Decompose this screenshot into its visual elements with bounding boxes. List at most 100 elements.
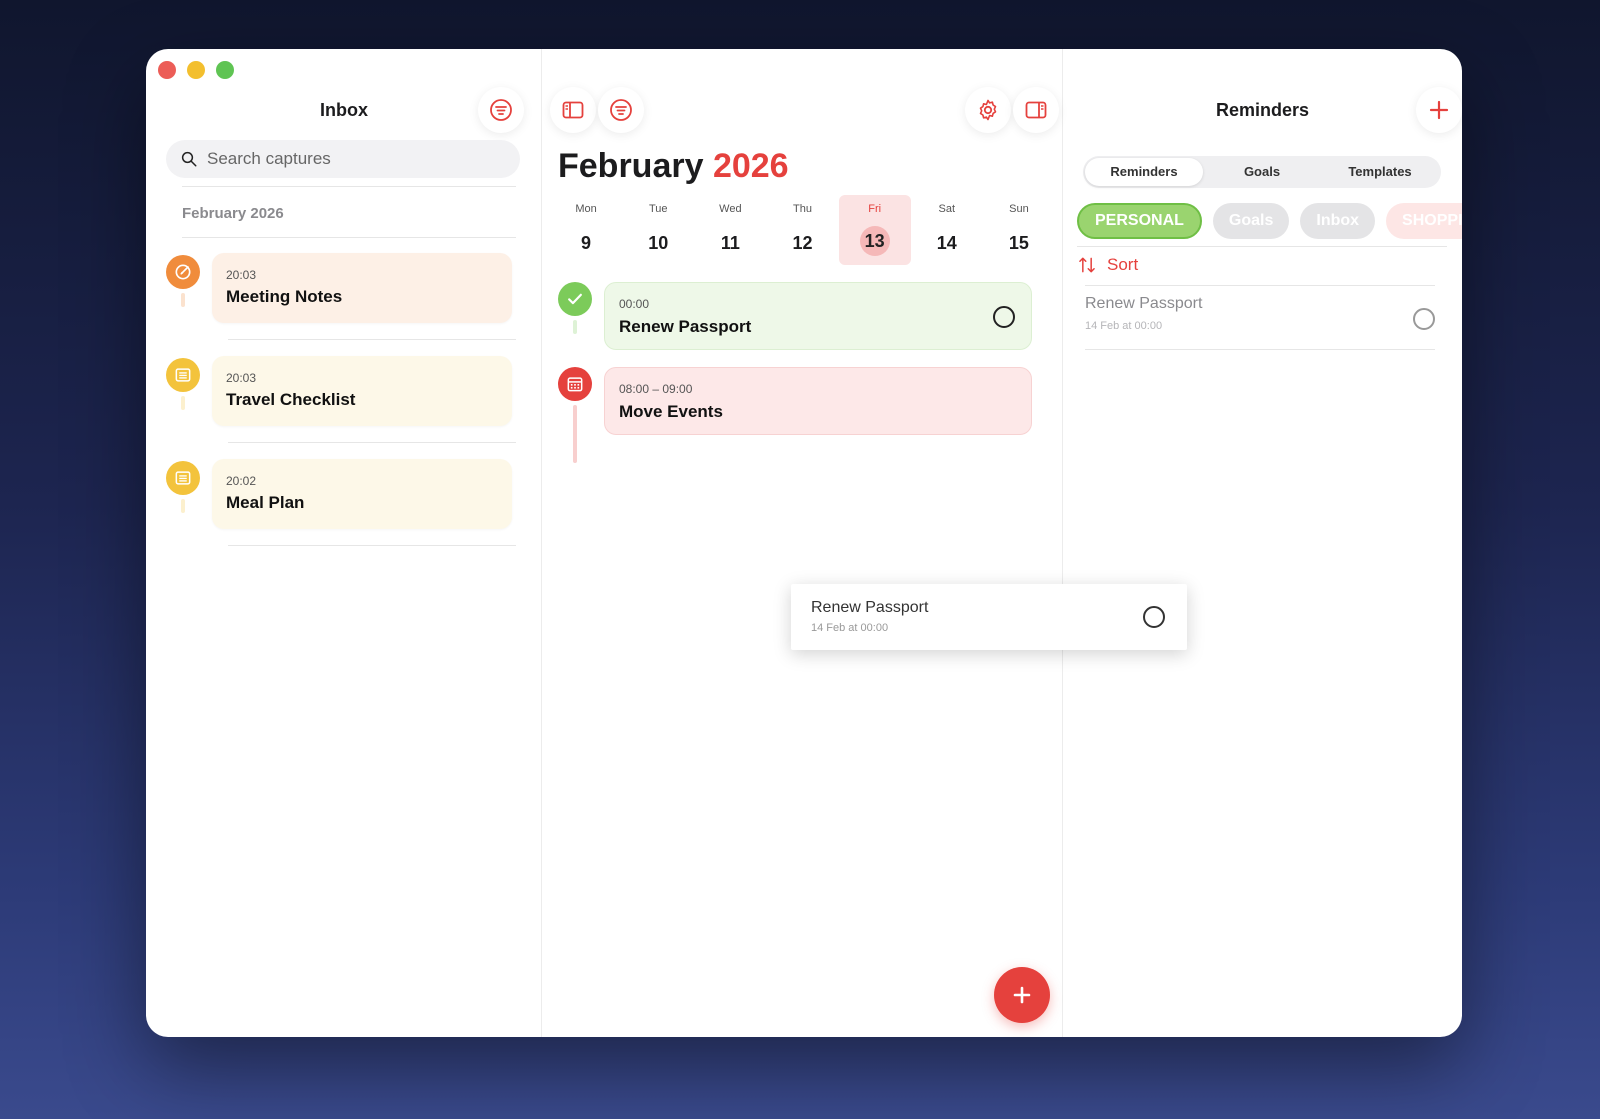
- divider: [228, 339, 516, 340]
- day-sat[interactable]: Sat 14: [911, 195, 983, 265]
- reminders-pane: Reminders Reminders Goals Templates PERSON…: [1063, 49, 1462, 1037]
- reminder-row[interactable]: Renew Passport 14 Feb at 00:00: [1085, 286, 1435, 349]
- drag-preview-title: Renew Passport: [811, 599, 929, 616]
- calendar-pane: February 2026 Mon 9 Tue 10 Wed 11 Thu 12 Fri 13 Sa…: [542, 49, 1063, 1037]
- search-icon: [181, 151, 197, 167]
- capture-item[interactable]: 20:03 Meeting Notes: [166, 253, 512, 325]
- weekday-label: Mon: [575, 203, 597, 215]
- event-time: 00:00: [619, 297, 650, 311]
- date-number: 13: [859, 226, 890, 256]
- divider: [182, 186, 516, 187]
- weekday-label: Sat: [938, 203, 956, 215]
- settings-button[interactable]: [965, 87, 1011, 133]
- sort-label: Sort: [1107, 255, 1139, 274]
- capture-card[interactable]: 20:02 Meal Plan: [212, 459, 512, 529]
- week-strip: Mon 9 Tue 10 Wed 11 Thu 12 Fri 13 Sat 14 Sun 15: [550, 195, 1055, 265]
- tab-reminders[interactable]: Reminders: [1085, 158, 1203, 186]
- filter-icon: [610, 99, 632, 121]
- sort-button[interactable]: Sort: [1077, 255, 1138, 275]
- date-number: 10: [648, 233, 669, 253]
- calendar-icon: [558, 367, 592, 401]
- weekday-label: Fri: [868, 203, 882, 215]
- sidebar-left-icon: [562, 101, 584, 119]
- timeline-stem: [181, 396, 185, 410]
- capture-card[interactable]: 20:03 Meeting Notes: [212, 253, 512, 323]
- divider: [1077, 246, 1447, 247]
- day-tue[interactable]: Tue 10: [622, 195, 694, 265]
- check-icon: [558, 282, 592, 316]
- reminder-due: 14 Feb at 00:00: [1085, 320, 1163, 332]
- divider: [1085, 349, 1435, 350]
- plus-icon: [1429, 100, 1449, 120]
- capture-card[interactable]: 20:03 Travel Checklist: [212, 356, 512, 426]
- list-chip-inbox[interactable]: Inbox: [1300, 203, 1376, 239]
- event-card[interactable]: 08:00 – 09:00 Move Events: [604, 367, 1032, 435]
- drag-preview-reminder[interactable]: Renew Passport 14 Feb at 00:00: [791, 584, 1187, 650]
- timeline-stem: [181, 499, 185, 513]
- event-title: Renew Passport: [619, 317, 752, 336]
- list-chip-personal[interactable]: PERSONAL: [1077, 203, 1202, 239]
- day-thu[interactable]: Thu 12: [766, 195, 838, 265]
- capture-title: Travel Checklist: [226, 390, 356, 409]
- filter-icon: [490, 99, 512, 121]
- event-card[interactable]: 00:00 Renew Passport: [604, 282, 1032, 350]
- weekday-label: Thu: [793, 203, 812, 215]
- date-number: 12: [792, 233, 813, 253]
- timeline-stem: [573, 405, 577, 463]
- reminders-tab-control: Reminders Goals Templates: [1083, 156, 1441, 188]
- add-event-button[interactable]: [994, 967, 1050, 1023]
- plus-icon: [1013, 986, 1031, 1004]
- search-input[interactable]: [207, 149, 507, 169]
- date-number: 11: [720, 233, 740, 253]
- capture-item[interactable]: 20:03 Travel Checklist: [166, 356, 512, 428]
- app-window: Inbox February 2026 20:03Meeting Notes20…: [146, 49, 1462, 1037]
- calendar-filter-button[interactable]: [598, 87, 644, 133]
- date-number: 9: [581, 233, 592, 253]
- list-chips: PERSONAL Goals Inbox SHOPPI: [1077, 203, 1462, 239]
- divider: [182, 237, 516, 238]
- day-fri[interactable]: Fri 13: [838, 195, 911, 265]
- gear-icon: [979, 99, 997, 121]
- event-title: Move Events: [619, 402, 723, 421]
- tab-templates[interactable]: Templates: [1321, 158, 1439, 186]
- complete-checkbox[interactable]: [1413, 308, 1435, 330]
- day-mon[interactable]: Mon 9: [550, 195, 622, 265]
- event-time: 08:00 – 09:00: [619, 382, 693, 396]
- reminders-title: Reminders: [1215, 100, 1310, 120]
- date-number: 14: [936, 233, 957, 253]
- day-wed[interactable]: Wed 11: [694, 195, 766, 265]
- sort-arrows-icon: [1079, 257, 1095, 273]
- list-chip-goals[interactable]: Goals: [1212, 203, 1290, 239]
- capture-title: Meeting Notes: [226, 287, 343, 306]
- list-icon: [166, 358, 200, 392]
- toggle-sidebar-button[interactable]: [550, 87, 596, 133]
- drag-preview-due: 14 Feb at 00:00: [811, 622, 889, 634]
- list-chip-shoppi[interactable]: SHOPPI: [1386, 203, 1462, 239]
- toggle-inspector-button[interactable]: [1013, 87, 1059, 133]
- year-label: 2026: [712, 147, 789, 185]
- complete-checkbox[interactable]: [993, 306, 1015, 328]
- inbox-pane: Inbox February 2026 20:03Meeting Notes20…: [146, 49, 542, 1037]
- month-heading: February 2026: [558, 147, 789, 186]
- tab-goals[interactable]: Goals: [1203, 158, 1321, 186]
- complete-checkbox[interactable]: [1143, 606, 1165, 628]
- reminder-title: Renew Passport: [1085, 295, 1203, 312]
- capture-time: 20:03: [226, 268, 257, 282]
- capture-title: Meal Plan: [226, 493, 305, 512]
- inbox-filter-button[interactable]: [478, 87, 524, 133]
- capture-time: 20:03: [226, 371, 257, 385]
- divider: [228, 545, 516, 546]
- capture-time: 20:02: [226, 474, 257, 488]
- list-icon: [166, 461, 200, 495]
- divider: [228, 442, 516, 443]
- add-reminder-button[interactable]: [1416, 87, 1462, 133]
- day-sun[interactable]: Sun 15: [983, 195, 1055, 265]
- capture-item[interactable]: 20:02 Meal Plan: [166, 459, 512, 531]
- note-pencil-icon: [166, 255, 200, 289]
- timeline-stem: [573, 320, 577, 334]
- inbox-section-label: February 2026: [182, 205, 284, 222]
- weekday-label: Sun: [1009, 203, 1029, 215]
- timeline-stem: [181, 293, 185, 307]
- sidebar-right-icon: [1025, 101, 1047, 119]
- search-captures-field[interactable]: [166, 140, 520, 178]
